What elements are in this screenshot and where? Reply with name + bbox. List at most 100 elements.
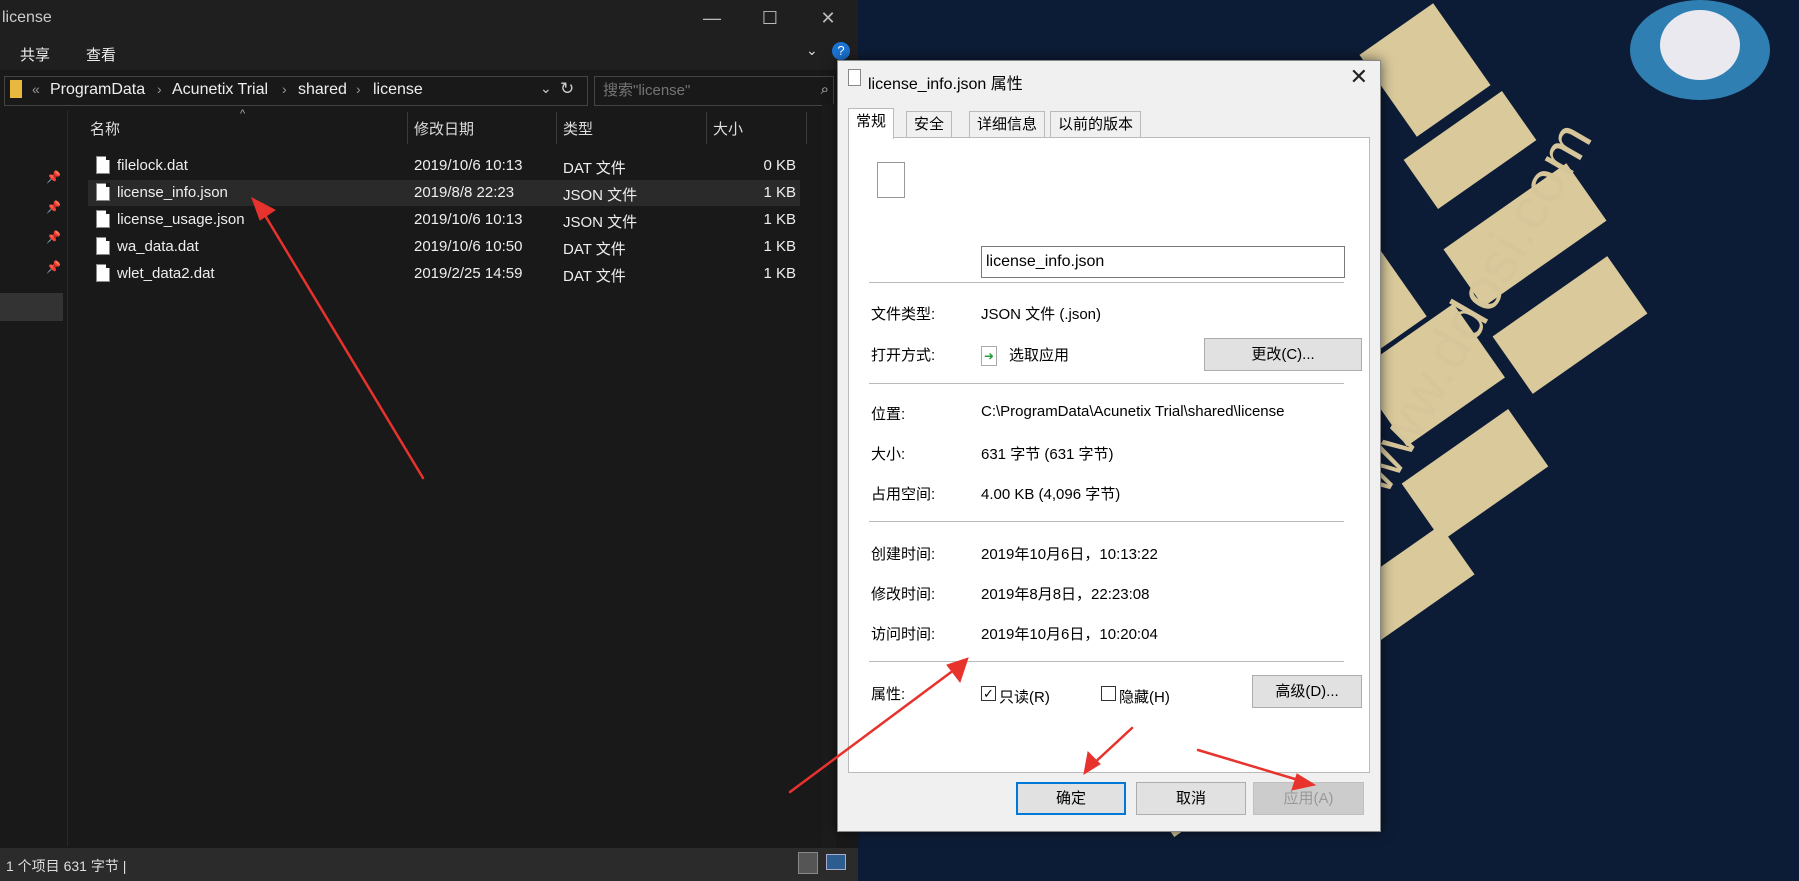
column-header-size[interactable]: 大小 bbox=[713, 118, 743, 139]
advanced-button[interactable]: 高级(D)... bbox=[1252, 675, 1362, 708]
chevron-down-icon[interactable]: ⌄ bbox=[806, 42, 818, 59]
breadcrumb-programdata[interactable]: ProgramData bbox=[50, 81, 145, 99]
status-bar bbox=[0, 848, 858, 881]
hidden-label[interactable]: 隐藏(H) bbox=[1119, 686, 1170, 707]
breadcrumb-acunetix-trial[interactable]: Acunetix Trial bbox=[172, 81, 268, 99]
size-value: 631 字节 (631 字节) bbox=[981, 446, 1114, 463]
file-explorer-window: license — ☐ ✕ 共享 查看 ⌄ ? « ProgramData › … bbox=[0, 0, 858, 881]
large-icons-view-icon[interactable] bbox=[826, 854, 846, 870]
file-icon bbox=[96, 183, 110, 201]
ok-button[interactable]: 确定 bbox=[1016, 782, 1126, 815]
apply-button[interactable]: 应用(A) bbox=[1253, 782, 1364, 815]
readonly-checkbox[interactable]: ✓ bbox=[981, 686, 996, 701]
column-header-modified[interactable]: 修改日期 bbox=[414, 118, 474, 139]
file-row[interactable]: wa_data.dat 2019/10/6 10:50 DAT 文件 1 KB bbox=[88, 234, 800, 260]
file-row[interactable]: wlet_data2.dat 2019/2/25 14:59 DAT 文件 1 … bbox=[88, 261, 800, 287]
file-icon bbox=[96, 210, 110, 228]
modified-label: 修改时间: bbox=[871, 586, 936, 603]
file-row[interactable]: license_usage.json 2019/10/6 10:13 JSON … bbox=[88, 207, 800, 233]
file-modified: 2019/2/25 14:59 bbox=[414, 265, 523, 282]
file-modified: 2019/10/6 10:50 bbox=[414, 238, 523, 255]
file-row[interactable]: filelock.dat 2019/10/6 10:13 DAT 文件 0 KB bbox=[88, 153, 800, 179]
divider bbox=[869, 521, 1344, 522]
file-icon bbox=[96, 156, 110, 174]
divider bbox=[869, 661, 1344, 662]
details-view-icon[interactable] bbox=[798, 852, 818, 874]
dropdown-chevron-icon[interactable]: ⌄ bbox=[540, 80, 552, 97]
divider bbox=[869, 383, 1344, 384]
status-text: 1 个项目 631 字节 | bbox=[6, 858, 127, 874]
location-label: 位置: bbox=[871, 406, 906, 423]
file-size: 0 KB bbox=[763, 157, 796, 174]
search-icon[interactable]: ⌕ bbox=[821, 81, 829, 98]
file-name: wa_data.dat bbox=[117, 238, 199, 255]
open-with-value: 选取应用 bbox=[1009, 347, 1070, 364]
ribbon-tab-view[interactable]: 查看 bbox=[86, 44, 116, 65]
breadcrumb-separator-icon: › bbox=[282, 81, 287, 97]
file-size: 1 KB bbox=[763, 265, 796, 282]
modified-value: 2019年8月8日，22:23:08 bbox=[981, 586, 1150, 603]
general-panel: 文件类型: JSON 文件 (.json) 打开方式: ➜ 选取应用 更改(C)… bbox=[848, 137, 1370, 773]
column-header-name[interactable]: 名称 bbox=[90, 118, 120, 139]
tab-previous-versions[interactable]: 以前的版本 bbox=[1050, 111, 1142, 138]
breadcrumb-overflow[interactable]: « bbox=[32, 81, 40, 97]
disk-size-label: 占用空间: bbox=[871, 486, 936, 503]
maximize-icon[interactable]: ☐ bbox=[742, 0, 798, 36]
properties-dialog: license_info.json 属性 ✕ 常规 安全 详细信息 以前的版本 … bbox=[837, 60, 1381, 832]
app-picker-icon: ➜ bbox=[981, 346, 997, 366]
nav-item-selected[interactable] bbox=[0, 293, 63, 321]
search-input[interactable] bbox=[603, 82, 803, 99]
file-modified: 2019/10/6 10:13 bbox=[414, 157, 523, 174]
location-value: C:\ProgramData\Acunetix Trial\shared\lic… bbox=[981, 403, 1285, 420]
file-icon bbox=[848, 69, 861, 86]
refresh-icon[interactable]: ↻ bbox=[560, 79, 574, 99]
cancel-button[interactable]: 取消 bbox=[1136, 782, 1246, 815]
dialog-title: license_info.json 属性 bbox=[868, 76, 1023, 93]
file-size: 1 KB bbox=[763, 184, 796, 201]
column-divider[interactable] bbox=[556, 112, 557, 144]
accessed-label: 访问时间: bbox=[871, 626, 936, 643]
file-type-label: 文件类型: bbox=[871, 306, 936, 323]
column-divider[interactable] bbox=[407, 112, 408, 144]
vertical-scrollbar[interactable] bbox=[822, 104, 836, 848]
file-name: filelock.dat bbox=[117, 157, 188, 174]
close-icon[interactable]: ✕ bbox=[800, 0, 856, 36]
search-box[interactable]: ⌕ bbox=[594, 76, 834, 106]
tab-security[interactable]: 安全 bbox=[906, 111, 953, 138]
pin-icon: 📌 bbox=[46, 230, 61, 244]
navigation-pane bbox=[0, 110, 68, 846]
column-divider[interactable] bbox=[806, 112, 807, 144]
disk-size-value: 4.00 KB (4,096 字节) bbox=[981, 486, 1121, 503]
close-icon[interactable]: ✕ bbox=[1350, 64, 1368, 90]
document-icon bbox=[877, 162, 905, 198]
breadcrumb-license[interactable]: license bbox=[373, 81, 423, 99]
tab-general[interactable]: 常规 bbox=[848, 108, 895, 139]
tab-details[interactable]: 详细信息 bbox=[969, 111, 1046, 138]
file-type: JSON 文件 bbox=[563, 187, 638, 204]
file-name: license_info.json bbox=[117, 184, 228, 201]
readonly-label[interactable]: 只读(R) bbox=[999, 686, 1050, 707]
breadcrumb-separator-icon: › bbox=[157, 81, 162, 97]
file-modified: 2019/10/6 10:13 bbox=[414, 211, 523, 228]
pin-icon: 📌 bbox=[46, 200, 61, 214]
minimize-icon[interactable]: — bbox=[684, 0, 740, 36]
breadcrumb-shared[interactable]: shared bbox=[298, 81, 347, 99]
file-icon bbox=[96, 264, 110, 282]
file-name-field[interactable] bbox=[981, 246, 1345, 278]
file-icon bbox=[96, 237, 110, 255]
hidden-checkbox[interactable] bbox=[1101, 686, 1116, 701]
file-name: license_usage.json bbox=[117, 211, 245, 228]
size-label: 大小: bbox=[871, 446, 906, 463]
file-row-selected[interactable]: license_info.json 2019/8/8 22:23 JSON 文件… bbox=[88, 180, 800, 206]
ribbon-tab-share[interactable]: 共享 bbox=[20, 44, 50, 65]
file-modified: 2019/8/8 22:23 bbox=[414, 184, 515, 201]
file-type-value: JSON 文件 (.json) bbox=[981, 306, 1102, 323]
change-button[interactable]: 更改(C)... bbox=[1204, 338, 1362, 371]
divider bbox=[869, 282, 1344, 283]
pin-icon: 📌 bbox=[46, 170, 61, 184]
column-divider[interactable] bbox=[706, 112, 707, 144]
file-size: 1 KB bbox=[763, 211, 796, 228]
column-header-type[interactable]: 类型 bbox=[563, 118, 593, 139]
help-icon[interactable]: ? bbox=[832, 42, 850, 60]
ribbon bbox=[0, 36, 858, 70]
